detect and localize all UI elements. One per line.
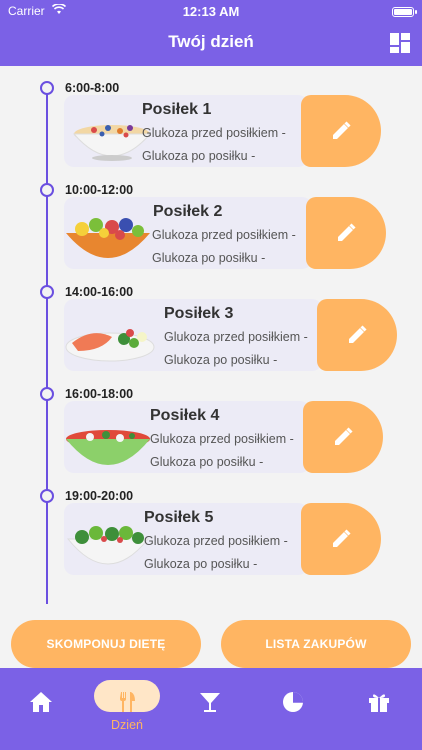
status-bar: Carrier 12:13 AM bbox=[0, 3, 422, 20]
home-icon bbox=[30, 692, 52, 712]
glucose-after-label: Glukoza po posiłku - bbox=[152, 251, 266, 265]
edit-meal-button[interactable] bbox=[306, 197, 386, 269]
glucose-before-label: Glukoza przed posiłkiem - bbox=[144, 534, 288, 548]
status-time: 12:13 AM bbox=[182, 4, 240, 19]
pencil-icon bbox=[333, 121, 351, 139]
pencil-icon bbox=[349, 325, 367, 343]
meal-time: 10:00-12:00 bbox=[65, 183, 134, 197]
pencil-icon bbox=[335, 427, 353, 445]
meal-title: Posiłek 3 bbox=[164, 305, 234, 322]
timeline-dot bbox=[40, 387, 54, 401]
edit-meal-button[interactable] bbox=[301, 95, 381, 167]
meal-card[interactable]: Posiłek 3 Glukoza przed posiłkiem - Gluk… bbox=[64, 299, 322, 371]
meal-title: Posiłek 1 bbox=[142, 101, 212, 118]
shopping-list-button[interactable]: LISTA ZAKUPÓW bbox=[221, 620, 411, 668]
pencil-icon bbox=[333, 529, 351, 547]
tab-day-label: Dzień bbox=[111, 718, 143, 732]
tab-bar: Dzień bbox=[0, 668, 422, 750]
glucose-before-label: Glukoza przed posiłkiem - bbox=[150, 432, 294, 446]
app-header: Carrier 12:13 AM Twój dzień bbox=[0, 0, 422, 66]
glucose-before-label: Glukoza przed posiłkiem - bbox=[152, 228, 296, 242]
glucose-after-label: Glukoza po posiłku - bbox=[142, 149, 256, 163]
battery-icon bbox=[392, 7, 417, 17]
tab-gifts[interactable] bbox=[359, 682, 399, 722]
glucose-after-label: Glukoza po posiłku - bbox=[164, 353, 278, 367]
green-salad-image bbox=[66, 526, 150, 565]
soup-bowl-image bbox=[66, 430, 150, 465]
compose-diet-button[interactable]: SKOMPONUJ DIETĘ bbox=[11, 620, 201, 668]
glucose-before-label: Glukoza przed posiłkiem - bbox=[142, 126, 286, 140]
glucose-after-label: Glukoza po posiłku - bbox=[150, 455, 264, 469]
meal-title: Posiłek 4 bbox=[150, 407, 220, 424]
tab-day[interactable] bbox=[107, 682, 147, 722]
glucose-after-label: Glukoza po posiłku - bbox=[144, 557, 258, 571]
cocktail-icon bbox=[200, 693, 220, 712]
tab-drinks[interactable] bbox=[190, 682, 230, 722]
salmon-plate-image bbox=[65, 329, 155, 362]
fork-knife-icon bbox=[120, 692, 135, 712]
meal-time: 19:00-20:00 bbox=[65, 489, 134, 503]
timeline-line bbox=[46, 88, 48, 604]
fruit-salad-image bbox=[66, 218, 150, 258]
meal-card[interactable]: Posiłek 4 Glukoza przed posiłkiem - Gluk… bbox=[64, 401, 310, 473]
meal-card[interactable]: Posiłek 5 Glukoza przed posiłkiem - Gluk… bbox=[64, 503, 308, 575]
edit-meal-button[interactable] bbox=[317, 299, 397, 371]
timeline-dot bbox=[40, 489, 54, 503]
pie-chart-icon bbox=[283, 692, 303, 712]
meal-title: Posiłek 5 bbox=[144, 509, 214, 526]
timeline-dot bbox=[40, 81, 54, 95]
timeline-dot bbox=[40, 285, 54, 299]
meal-time: 6:00-8:00 bbox=[65, 81, 120, 95]
meal-card[interactable]: Posiłek 2 Glukoza przed posiłkiem - Gluk… bbox=[64, 197, 312, 269]
page-title: Twój dzień bbox=[168, 32, 254, 51]
gift-icon bbox=[369, 694, 389, 712]
glucose-before-label: Glukoza przed posiłkiem - bbox=[164, 330, 308, 344]
pencil-icon bbox=[338, 223, 356, 241]
dashboard-icon[interactable] bbox=[390, 33, 410, 53]
meal-time: 14:00-16:00 bbox=[65, 285, 134, 299]
tab-home[interactable] bbox=[21, 682, 61, 722]
timeline-dot bbox=[40, 183, 54, 197]
meal-time: 16:00-18:00 bbox=[65, 387, 134, 401]
edit-meal-button[interactable] bbox=[301, 503, 381, 575]
meal-card[interactable]: Posiłek 1 Glukoza przed posiłkiem - Gluk… bbox=[64, 95, 308, 167]
meal-title: Posiłek 2 bbox=[153, 203, 223, 220]
edit-meal-button[interactable] bbox=[303, 401, 383, 473]
tab-stats[interactable] bbox=[273, 682, 313, 722]
